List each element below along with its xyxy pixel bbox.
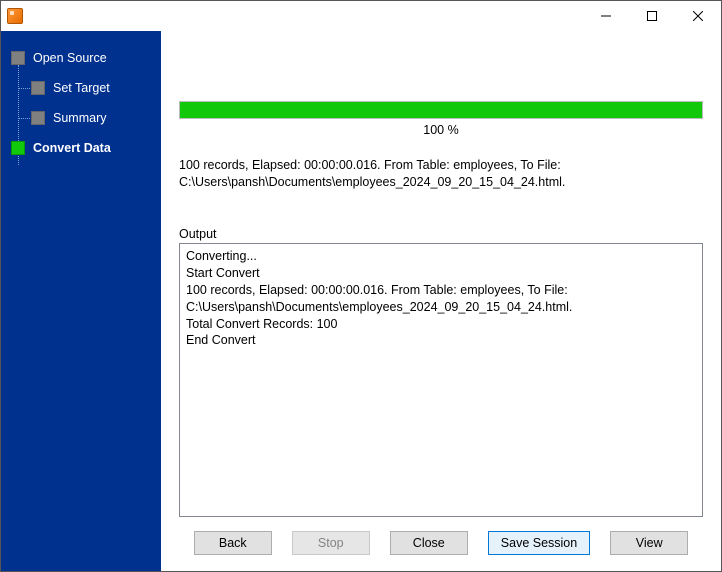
progress-bar xyxy=(179,101,703,119)
output-line: Start Convert xyxy=(186,265,696,282)
wizard-sidebar: Open Source Set Target Summary Convert D… xyxy=(1,31,161,571)
titlebar xyxy=(1,1,721,31)
progress-fill xyxy=(180,102,702,118)
step-convert-data[interactable]: Convert Data xyxy=(1,133,161,163)
window-controls xyxy=(583,1,721,31)
status-line: 100 records, Elapsed: 00:00:00.016. From… xyxy=(179,157,703,174)
output-line: 100 records, Elapsed: 00:00:00.016. From… xyxy=(186,282,696,316)
status-text: 100 records, Elapsed: 00:00:00.016. From… xyxy=(179,157,703,207)
back-button[interactable]: Back xyxy=(194,531,272,555)
progress-percent-label: 100 % xyxy=(179,123,703,137)
step-label: Set Target xyxy=(53,81,110,95)
client-area: Open Source Set Target Summary Convert D… xyxy=(1,31,721,571)
stop-button: Stop xyxy=(292,531,370,555)
step-box-icon xyxy=(31,81,45,95)
step-label: Open Source xyxy=(33,51,107,65)
minimize-button[interactable] xyxy=(583,1,629,31)
step-box-icon xyxy=(11,51,25,65)
progress-section: 100 % xyxy=(179,101,703,137)
maximize-button[interactable] xyxy=(629,1,675,31)
save-session-button[interactable]: Save Session xyxy=(488,531,590,555)
output-textarea[interactable]: Converting...Start Convert100 records, E… xyxy=(179,243,703,517)
output-line: Converting... xyxy=(186,248,696,265)
view-button[interactable]: View xyxy=(610,531,688,555)
output-line: End Convert xyxy=(186,332,696,349)
output-label: Output xyxy=(179,227,703,241)
step-label: Convert Data xyxy=(33,141,111,155)
step-box-icon xyxy=(11,141,25,155)
close-window-button[interactable] xyxy=(675,1,721,31)
button-row: Back Stop Close Save Session View xyxy=(179,517,703,561)
step-label: Summary xyxy=(53,111,106,125)
step-box-icon xyxy=(31,111,45,125)
content-panel: 100 % 100 records, Elapsed: 00:00:00.016… xyxy=(161,31,721,571)
close-button[interactable]: Close xyxy=(390,531,468,555)
app-icon xyxy=(7,8,23,24)
status-line: C:\Users\pansh\Documents\employees_2024_… xyxy=(179,174,703,191)
output-line: Total Convert Records: 100 xyxy=(186,316,696,333)
step-open-source[interactable]: Open Source xyxy=(1,43,161,73)
